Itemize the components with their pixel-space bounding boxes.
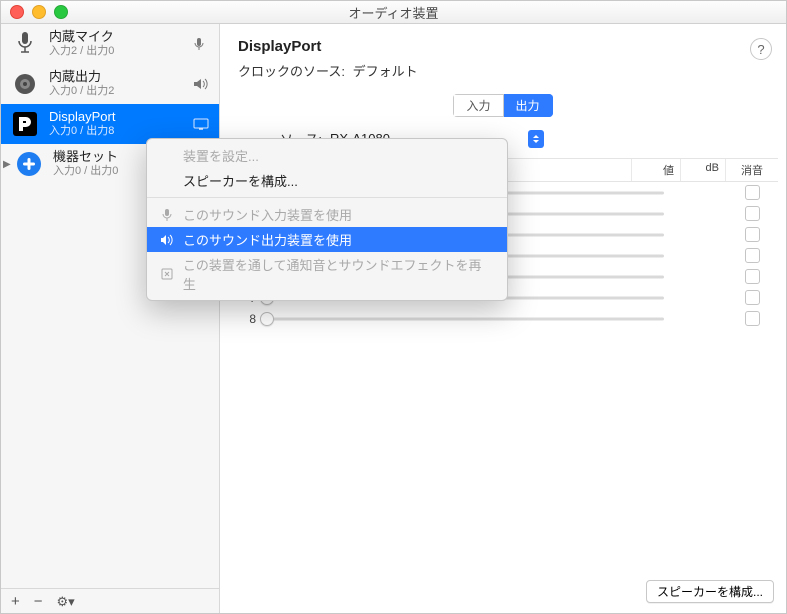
minimize-button[interactable] <box>32 5 46 19</box>
menu-label: このサウンド入力装置を使用 <box>183 205 352 224</box>
source-select-stepper[interactable] <box>528 130 544 148</box>
menu-label: この装置を通して通知音とサウンドエフェクトを再生 <box>183 255 493 293</box>
mute-checkbox[interactable] <box>745 248 760 263</box>
sidebar-footer: + − ⚙︎▾ <box>1 588 219 613</box>
gear-menu-button[interactable]: ⚙︎▾ <box>57 595 75 608</box>
zoom-button[interactable] <box>54 5 68 19</box>
mute-checkbox[interactable] <box>745 206 760 221</box>
volume-slider[interactable] <box>262 311 664 327</box>
mute-cell <box>732 248 772 263</box>
tab-input[interactable]: 入力 <box>453 94 503 117</box>
gear-context-menu: 装置を設定... スピーカーを構成... このサウンド入力装置を使用 このサウン… <box>146 138 508 301</box>
speaker-icon <box>11 70 39 98</box>
mute-cell <box>732 290 772 305</box>
io-tabs: 入力 出力 <box>220 94 786 117</box>
microphone-icon <box>11 30 39 58</box>
device-list: 内蔵マイク 入力2 / 出力0 内蔵出力 入力0 / 出力2 <box>1 24 219 588</box>
volume-icon <box>193 78 211 90</box>
col-mute: 消音 <box>726 159 778 181</box>
volume-icon <box>159 234 175 246</box>
menu-use-input[interactable]: このサウンド入力装置を使用 <box>147 202 507 227</box>
mute-cell <box>732 206 772 221</box>
window-body: 内蔵マイク 入力2 / 出力0 内蔵出力 入力0 / 出力2 <box>1 24 786 613</box>
configure-speakers-button[interactable]: スピーカーを構成... <box>646 580 774 603</box>
tab-output[interactable]: 出力 <box>504 94 553 117</box>
mute-checkbox[interactable] <box>745 185 760 200</box>
device-sub: 入力0 / 出力8 <box>49 125 183 138</box>
menu-configure-device[interactable]: 装置を設定... <box>147 143 507 168</box>
mute-cell <box>732 269 772 284</box>
col-db: dB <box>681 159 726 181</box>
device-name: 内蔵出力 <box>49 70 183 85</box>
mute-cell <box>732 227 772 242</box>
traffic-lights <box>10 5 68 19</box>
device-name: 内蔵マイク <box>49 30 183 45</box>
mute-checkbox[interactable] <box>745 290 760 305</box>
main-panel: ? DisplayPort クロックのソース: デフォルト 入力 出力 ソース:… <box>220 24 786 613</box>
microphone-icon <box>159 208 175 222</box>
displayport-icon <box>11 110 39 138</box>
channel-row: 8 <box>228 308 778 329</box>
mute-cell <box>732 185 772 200</box>
add-device-button[interactable]: + <box>11 594 20 609</box>
mic-level-icon <box>193 37 211 51</box>
menu-label: このサウンド出力装置を使用 <box>183 230 352 249</box>
clock-source-value: デフォルト <box>353 64 418 79</box>
menu-label: 装置を設定... <box>183 146 259 165</box>
mute-checkbox[interactable] <box>745 227 760 242</box>
menu-label: スピーカーを構成... <box>183 171 298 190</box>
sidebar: 内蔵マイク 入力2 / 出力0 内蔵出力 入力0 / 出力2 <box>1 24 220 613</box>
close-button[interactable] <box>10 5 24 19</box>
titlebar: オーディオ装置 <box>1 1 786 24</box>
window-title: オーディオ装置 <box>1 3 786 22</box>
mute-checkbox[interactable] <box>745 269 760 284</box>
mute-cell <box>732 311 772 326</box>
device-title: DisplayPort <box>238 38 768 55</box>
window: オーディオ装置 内蔵マイク 入力2 / 出力0 <box>0 0 787 614</box>
alert-sound-icon <box>159 268 175 280</box>
menu-use-output[interactable]: このサウンド出力装置を使用 <box>147 227 507 252</box>
mute-checkbox[interactable] <box>745 311 760 326</box>
channel-number: 8 <box>228 312 262 326</box>
col-value: 値 <box>632 159 681 181</box>
device-sub: 入力2 / 出力0 <box>49 45 183 58</box>
device-builtin-mic[interactable]: 内蔵マイク 入力2 / 出力0 <box>1 24 219 64</box>
aggregate-icon <box>15 150 43 178</box>
disclosure-triangle-icon[interactable]: ▶ <box>3 159 13 170</box>
remove-device-button[interactable]: − <box>34 594 43 609</box>
main-footer: スピーカーを構成... <box>646 580 774 603</box>
help-button[interactable]: ? <box>750 38 772 60</box>
menu-configure-speakers[interactable]: スピーカーを構成... <box>147 168 507 193</box>
display-output-icon <box>193 118 211 130</box>
device-sub: 入力0 / 出力2 <box>49 85 183 98</box>
device-builtin-output[interactable]: 内蔵出力 入力0 / 出力2 <box>1 64 219 104</box>
menu-play-alerts[interactable]: この装置を通して通知音とサウンドエフェクトを再生 <box>147 252 507 296</box>
device-name: DisplayPort <box>49 110 183 125</box>
clock-source-label: クロックのソース: <box>238 64 345 79</box>
menu-separator <box>147 197 507 198</box>
main-header: DisplayPort クロックのソース: デフォルト <box>220 24 786 90</box>
